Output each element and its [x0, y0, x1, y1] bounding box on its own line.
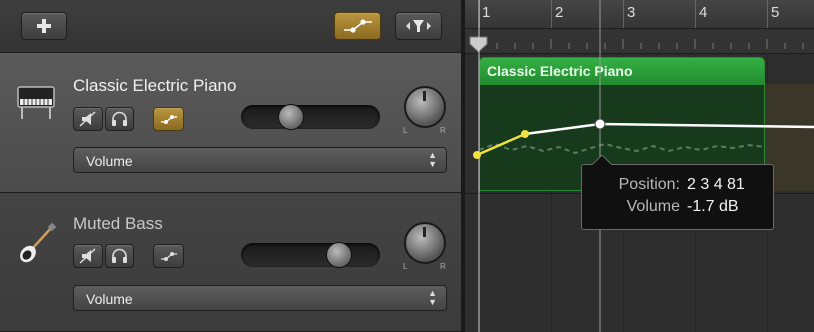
automation-parameter-select[interactable]: Volume ▲ ▼	[73, 147, 447, 173]
track-name[interactable]: Muted Bass	[73, 214, 163, 234]
track-row[interactable]: Classic Electric Piano L R Volume ▲ ▼	[0, 53, 461, 193]
automation-parameter-select[interactable]: Volume ▲ ▼	[73, 285, 447, 311]
filter-button[interactable]	[395, 12, 442, 40]
automation-point	[521, 130, 529, 138]
volume-slider[interactable]	[241, 104, 380, 130]
filter-funnel-icon	[406, 20, 431, 32]
pan-left-label: L	[403, 262, 408, 271]
tooltip-volume-label: Volume	[626, 198, 680, 215]
speaker-mute-icon	[79, 111, 96, 127]
volume-slider-knob[interactable]	[278, 104, 304, 130]
track-header-panel: Classic Electric Piano L R Volume ▲ ▼ Mu…	[0, 0, 461, 332]
show-automation-button[interactable]	[334, 12, 381, 40]
pan-right-label: R	[440, 262, 446, 271]
pan-knob[interactable]	[404, 222, 446, 264]
headphones-solo-button[interactable]	[105, 107, 134, 131]
headphones-solo-button[interactable]	[105, 244, 134, 268]
track-name[interactable]: Classic Electric Piano	[73, 76, 236, 96]
updown-chevron-icon: ▲ ▼	[428, 150, 437, 169]
pan-knob[interactable]	[404, 86, 446, 128]
mute-button[interactable]	[73, 107, 103, 131]
tracks-toolbar	[0, 0, 461, 53]
automation-point	[594, 118, 606, 130]
speaker-mute-icon	[79, 248, 96, 264]
headphones-icon	[112, 111, 127, 126]
mute-button[interactable]	[73, 244, 103, 268]
track-automation-button[interactable]	[153, 244, 184, 268]
automation-curve-icon	[161, 252, 177, 261]
track-automation-button[interactable]	[153, 107, 184, 131]
volume-slider-knob[interactable]	[326, 242, 352, 268]
automation-curve-icon	[344, 19, 372, 33]
electric-piano-icon	[17, 86, 55, 119]
tooltip-position-value: 2 3 4 81	[687, 176, 745, 193]
pan-left-label: L	[403, 126, 408, 135]
tooltip-position-label: Position:	[618, 176, 680, 193]
pan-right-label: R	[440, 126, 446, 135]
add-track-button[interactable]	[21, 12, 67, 40]
tooltip-volume-value: -1.7 dB	[687, 198, 739, 215]
bass-guitar-icon	[20, 223, 56, 263]
volume-slider[interactable]	[241, 242, 380, 268]
updown-chevron-icon: ▲ ▼	[428, 288, 437, 307]
plus-icon	[37, 19, 51, 33]
automation-point	[473, 151, 481, 159]
track-row[interactable]: Muted Bass L R Volume ▲ ▼	[0, 193, 461, 332]
headphones-icon	[112, 248, 127, 263]
automation-parameter-value: Volume	[86, 291, 133, 307]
automation-curve-icon	[161, 115, 177, 124]
automation-parameter-value: Volume	[86, 153, 133, 169]
automation-tooltip: Position: 2 3 4 81 Volume -1.7 dB	[581, 155, 774, 230]
